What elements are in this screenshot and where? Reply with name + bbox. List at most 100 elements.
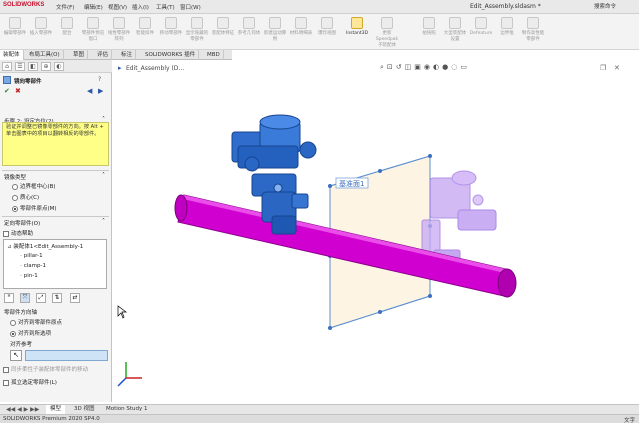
linear-pattern-icon [113,17,125,29]
tree-item-pillar[interactable]: - pillar-1 [20,253,43,259]
orient-option-4-icon[interactable]: ⇅ [52,293,62,303]
edit-component-icon [9,17,21,29]
display-manager-icon[interactable]: ◐ [54,62,64,71]
radio-align-selection[interactable]: 对齐到所选项 [10,329,51,337]
tab-evaluate[interactable]: 评估 [94,50,113,60]
exploded-view-button[interactable]: 爆炸视图 [314,16,340,48]
sync-flexible-checkbox[interactable]: 同步柔性子装配体零部件的移动 [3,365,88,373]
menu-view[interactable]: 视图(V) [108,3,127,11]
insert-component-button[interactable]: 插入零部件 [28,16,54,48]
menu-file[interactable]: 文件(F) [56,3,74,11]
show-hidden-button[interactable]: 显示隐藏的零部件 [184,16,210,48]
tab-sketch[interactable]: 草图 [70,50,89,60]
new-motion-study-button[interactable]: 新建运动算例 [262,16,288,48]
tab-model[interactable]: 模型 [46,405,66,414]
plane-label: 基准面1 [339,179,364,188]
radio-bounding-box-center[interactable]: 边界框中心(B) [12,182,56,190]
help-icon[interactable]: ? [98,76,101,83]
move-component-button[interactable]: 移动零部件 [158,16,184,48]
radio-icon [12,194,18,201]
orient-option-5-icon[interactable]: ⇄ [70,293,80,303]
edit-component-button[interactable]: 编辑零部件 [2,16,28,48]
tab-layout-tools[interactable]: 布局工具(O) [26,50,64,60]
plane-label-box: 基准面1 [335,177,369,189]
assembly-features-button[interactable]: 装配体特征 [210,16,236,48]
plane-handle [328,184,332,188]
mate-icon [61,17,73,29]
large-assembly-button[interactable]: 大型装配体设置 [442,16,468,48]
take-snapshot-button[interactable]: 拍快照 [416,16,442,48]
dynamic-help-checkbox[interactable]: 动态帮助 [3,229,33,237]
tab-motion-study[interactable]: Motion Study 1 [102,405,152,414]
component-preview-button[interactable]: 零部件预览窗口 [80,16,106,48]
tab-markup[interactable]: 标注 [118,50,137,60]
orient-option-1-icon[interactable]: ꟸ [4,293,14,303]
radio-icon [10,319,16,326]
isolate-component-checkbox[interactable]: 孤立选定零部件(L) [3,378,57,386]
checkbox-icon [3,230,9,237]
update-speedpak-button[interactable]: 更新Speedpak子装配体 [374,16,400,48]
command-manager-ribbon: 编辑零部件 插入零部件 配合 零部件预览窗口 线性零部件阵列 智能扣件 移动零部… [0,14,639,50]
orient-option-3-icon[interactable]: ⤢ [36,293,46,303]
high-performance-icon [527,17,539,29]
feature-tree-icon[interactable]: ⌂ [2,62,12,71]
cursor-select-icon[interactable]: ↖ [10,350,22,361]
motion-study-icon [269,17,281,29]
bounding-box-icon [501,17,513,29]
help-search-input[interactable]: 搜索命令 [594,2,616,10]
menu-tools[interactable]: 工具(T) [156,3,175,11]
back-icon[interactable]: ◀ [87,87,92,95]
orient-components-header: 定向零部件(O) [4,221,41,227]
plane-handle [378,310,382,314]
high-performance-button[interactable]: 制作高性能零部件 [520,16,546,48]
collapse-mirror-type-icon[interactable]: ˄ [102,172,105,179]
bom-button[interactable]: 材料明细表 [288,16,314,48]
ok-icon[interactable]: ✔ [4,87,10,95]
assembly-viewport: 基准面1 [117,114,517,387]
insert-component-icon [35,17,47,29]
manager-tabs: ⌂ ☰ ◧ ⊕ ◐ [0,60,112,73]
menu-window[interactable]: 窗口(W) [180,3,201,11]
next-icon[interactable]: ▶ [98,87,103,95]
tab-assembly[interactable]: 装配体 [0,50,24,60]
mirror-type-header: 镜像类型 [4,175,27,181]
dimxpert-icon[interactable]: ⊕ [41,62,51,71]
mate-button[interactable]: 配合 [54,16,80,48]
radio-align-origin[interactable]: 对齐到零部件原点 [10,318,62,326]
tab-3d-views[interactable]: 3D 视图 [70,405,98,414]
tab-addins[interactable]: SOLIDWORKS 插件 [142,50,200,60]
config-manager-icon[interactable]: ◧ [28,62,38,71]
tree-root[interactable]: ⊿ 装配体1<Edit_Assembly-1 [7,242,83,250]
component-list[interactable]: ⊿ 装配体1<Edit_Assembly-1 - pillar-1 - clam… [3,239,107,289]
tree-item-pin[interactable]: - pin-1 [20,273,38,279]
fastener-icon [139,17,151,29]
bounding-box-button[interactable]: 边界框 [494,16,520,48]
radio-component-origin[interactable]: 零部件原点(M) [12,204,57,212]
status-bar: SOLIDWORKS Premium 2020 SP4.0 文字 [0,414,639,424]
property-manager: ⌂ ☰ ◧ ⊕ ◐ 镜向零部件 ? ✔ ✖ ◀ ▶ 步骤 2: 设定方位(2) … [0,60,112,402]
tree-item-clamp[interactable]: - clamp-1 [20,263,46,269]
divider [2,216,109,217]
graphics-area[interactable]: ▸ Edit_Assembly (D... ⌕⊡↺◫▣◉◐●◌▭ ❐ ✕ 基准面… [112,60,639,404]
speedpak-icon [381,17,393,29]
smart-fasteners-button[interactable]: 智能扣件 [132,16,158,48]
coordinate-triad-icon [117,362,142,387]
reference-geometry-button[interactable]: 参考几何体 [236,16,262,48]
menu-insert[interactable]: 插入(I) [132,3,149,11]
cancel-icon[interactable]: ✖ [15,87,21,95]
align-reference-field[interactable] [25,350,108,361]
command-tabs: 装配体 布局工具(O) 草图 评估 标注 SOLIDWORKS 插件 MBD [0,50,232,60]
defeature-button[interactable]: Defeature [468,16,494,48]
bom-icon [295,17,307,29]
assembly-feature-icon [217,17,229,29]
tab-scroll-left-icon[interactable]: ◀◀ ◀ ▶ ▶▶ [6,406,39,413]
radio-center-of-mass[interactable]: 质心(C) [12,193,39,201]
collapse-orient-icon[interactable]: ˄ [102,218,105,225]
instant3d-button[interactable]: Instant3D [342,16,372,48]
checkbox-icon [3,366,9,373]
linear-pattern-button[interactable]: 线性零部件阵列 [106,16,132,48]
menu-edit[interactable]: 编辑(E) [84,3,103,11]
property-manager-icon[interactable]: ☰ [15,62,25,71]
tab-mbd[interactable]: MBD [204,50,224,60]
orient-option-2-icon[interactable]: ⤧ [20,293,30,303]
